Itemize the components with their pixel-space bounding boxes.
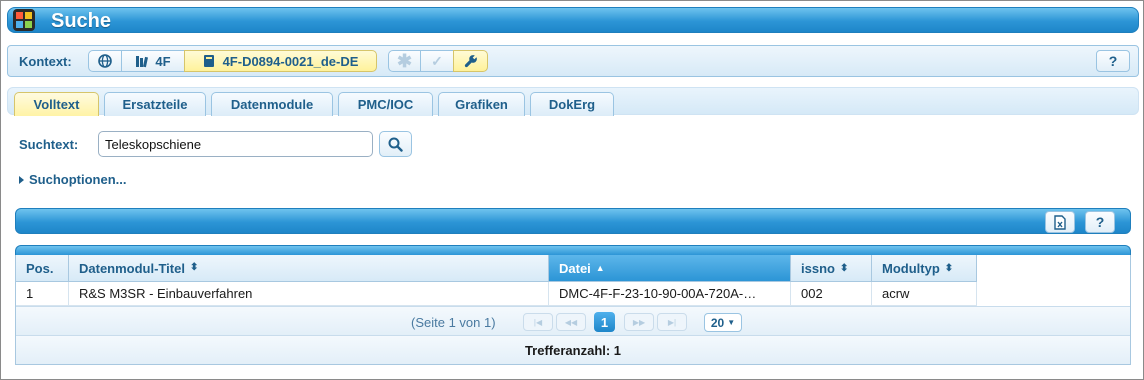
tab-datenmodule[interactable]: Datenmodule [211, 92, 333, 116]
prev-page-button[interactable]: ◀◀ [556, 313, 586, 331]
chevron-down-icon: ▼ [727, 318, 736, 327]
column-header-label: Datei [559, 260, 591, 276]
context-bar: Kontext: 4F 4F-D0894-0021_de-DE ✱ ✓ ? [7, 45, 1139, 77]
project-button[interactable]: 4F [121, 50, 185, 72]
book-icon [203, 55, 214, 67]
app-grid-icon [13, 9, 35, 31]
cell-file: DMC-4F-F-23-10-90-00A-720A-… [549, 282, 791, 306]
prev-page-icon: ◀◀ [564, 317, 578, 327]
caret-right-icon [19, 175, 24, 184]
search-input[interactable] [98, 131, 373, 157]
check-button[interactable]: ✓ [420, 50, 454, 72]
page-size-select[interactable]: 20 ▼ [704, 313, 742, 332]
document-button[interactable]: 4F-D0894-0021_de-DE [184, 50, 377, 72]
first-page-button[interactable]: |◀ [523, 313, 553, 331]
last-page-button[interactable]: ▶| [657, 313, 687, 331]
tab-grafiken[interactable]: Grafiken [438, 92, 525, 116]
tab-volltext[interactable]: Volltext [14, 92, 99, 116]
excel-file-icon [1054, 214, 1066, 230]
column-header-modultyp[interactable]: Modultyp ⬍ [872, 255, 977, 282]
column-header-title[interactable]: Datenmodul-Titel ⬍ [69, 255, 549, 282]
column-header-label: Modultyp [882, 260, 940, 276]
results-header-bar [15, 208, 1131, 234]
column-header-issno[interactable]: issno ⬍ [791, 255, 872, 282]
search-window: Suche Kontext: 4F 4F-D0894-0021_de-DE ✱ … [0, 0, 1144, 380]
last-page-icon: ▶| [667, 317, 677, 327]
sort-updown-icon: ⬍ [944, 262, 954, 274]
wrench-icon [464, 55, 477, 68]
page-size-value: 20 [710, 315, 725, 330]
page-info: (Seite 1 von 1) [411, 315, 496, 330]
search-options-toggle[interactable]: Suchoptionen... [19, 172, 127, 187]
window-title: Suche [51, 10, 112, 32]
grid-top-bar [15, 245, 1131, 255]
column-header-pos[interactable]: Pos. [16, 255, 69, 282]
document-label: 4F-D0894-0021_de-DE [222, 53, 359, 69]
cell-pos: 1 [16, 282, 69, 306]
cell-modultyp: acrw [872, 282, 977, 306]
search-button[interactable] [379, 131, 412, 157]
cell-title: R&S M3SR - Einbauverfahren [69, 282, 549, 306]
books-icon [136, 56, 149, 68]
search-options-label: Suchoptionen... [29, 172, 127, 187]
settings-button[interactable] [453, 50, 488, 72]
sort-updown-icon: ⬍ [839, 262, 849, 274]
project-label: 4F [155, 53, 171, 69]
pager: (Seite 1 von 1) |◀ ◀◀ 1 ▶▶ ▶| 20 ▼ [16, 306, 1130, 335]
check-icon: ✓ [431, 52, 443, 69]
hit-count: Trefferanzahl: 1 [16, 335, 1130, 364]
asterisk-icon: ✱ [396, 50, 413, 71]
tab-strip: Volltext Ersatzteile Datenmodule PMC/IOC… [7, 87, 1139, 116]
next-page-icon: ▶▶ [632, 317, 646, 327]
globe-icon [98, 54, 112, 68]
sort-ascending-icon: ▲ [595, 263, 605, 273]
help-button[interactable]: ? [1096, 50, 1130, 72]
column-header-datei[interactable]: Datei ▲ [549, 255, 791, 282]
globe-button[interactable] [88, 50, 122, 72]
title-bar [7, 7, 1139, 33]
first-page-icon: |◀ [533, 317, 543, 327]
next-page-button[interactable]: ▶▶ [624, 313, 654, 331]
asterisk-button[interactable]: ✱ [388, 50, 421, 72]
search-icon [388, 137, 403, 152]
export-excel-button[interactable] [1045, 211, 1075, 233]
sort-updown-icon: ⬍ [189, 262, 199, 273]
column-header-label: issno [801, 260, 835, 276]
cell-issno: 002 [791, 282, 872, 306]
results-help-button[interactable]: ? [1085, 211, 1115, 233]
tab-dokerg[interactable]: DokErg [530, 92, 614, 116]
search-label: Suchtext: [19, 137, 79, 152]
current-page-button[interactable]: 1 [594, 312, 615, 332]
tab-pmc-ioc[interactable]: PMC/IOC [338, 92, 433, 116]
column-header-label: Pos. [26, 260, 54, 276]
column-header-label: Datenmodul-Titel [79, 260, 185, 276]
context-label: Kontext: [19, 54, 72, 69]
tab-ersatzteile[interactable]: Ersatzteile [104, 92, 206, 116]
